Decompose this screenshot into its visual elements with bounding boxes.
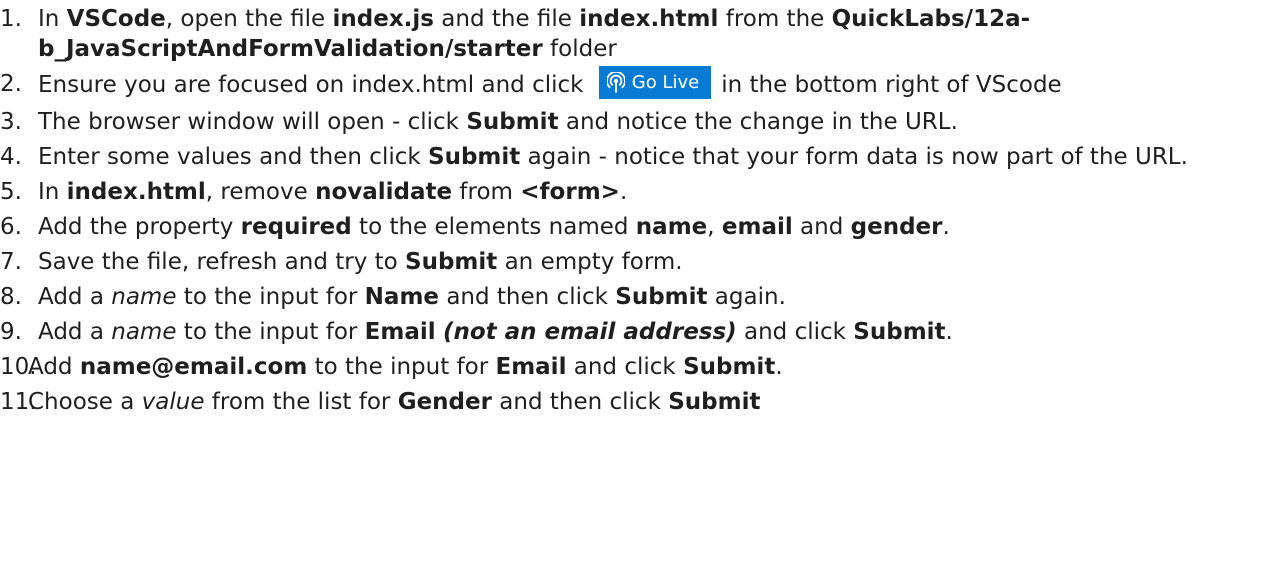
step-text: an empty form. xyxy=(497,249,683,275)
step-text: . xyxy=(942,214,950,240)
step-text: Ensure you are focused on index.html and… xyxy=(38,72,591,98)
step-text: and then click xyxy=(439,284,616,310)
step-text: Add the property xyxy=(38,214,241,240)
step-text: to the input for xyxy=(307,354,496,380)
step-emphasis: Submit xyxy=(683,354,776,380)
broadcast-icon xyxy=(606,71,625,93)
step-emphasis: Submit xyxy=(428,144,521,170)
step-number: 3. xyxy=(0,109,22,135)
step-text: Add a xyxy=(38,284,112,310)
step-text: and notice the change in the URL. xyxy=(558,109,958,135)
step-number: 6. xyxy=(0,214,22,240)
step-emphasis: Gender xyxy=(397,389,492,415)
step-text: , open the file xyxy=(165,6,333,32)
step-3: 3. The browser window will open - click S… xyxy=(0,107,1261,137)
step-text xyxy=(436,319,443,345)
step-text: to the input for xyxy=(176,319,365,345)
step-9: 9. Add a name to the input for Email (not… xyxy=(0,317,1261,347)
step-emphasis: index.html xyxy=(579,6,719,32)
step-number: 5. xyxy=(0,179,22,205)
step-emphasis: index.html xyxy=(66,179,206,205)
go-live-label: Go Live xyxy=(631,71,700,93)
step-emphasis: VSCode xyxy=(66,6,166,32)
step-number: 7. xyxy=(0,249,22,275)
step-8: 8. Add a name to the input for Name and t… xyxy=(0,282,1261,312)
step-emphasis: email xyxy=(721,214,793,240)
step-emphasis: Submit xyxy=(853,319,946,345)
step-7: 7. Save the file, refresh and try to Subm… xyxy=(0,247,1261,277)
step-emphasis: name xyxy=(111,319,177,345)
step-text: , remove xyxy=(205,179,316,205)
step-emphasis: name xyxy=(111,284,177,310)
step-emphasis: (not an email address) xyxy=(442,319,737,345)
step-emphasis: index.js xyxy=(332,6,434,32)
step-emphasis: Submit xyxy=(466,109,559,135)
step-text: Enter some values and then click xyxy=(38,144,429,170)
step-number: 4. xyxy=(0,144,22,170)
step-text: again. xyxy=(707,284,786,310)
step-text: In xyxy=(38,179,67,205)
go-live-button[interactable]: Go Live xyxy=(598,66,712,99)
step-number: 8. xyxy=(0,284,22,310)
step-text: and then click xyxy=(491,389,669,415)
step-text: . xyxy=(619,179,628,205)
step-text: and xyxy=(792,214,851,240)
step-emphasis: required xyxy=(240,214,352,240)
step-text: Add a xyxy=(38,319,112,345)
step-text: from the list for xyxy=(204,389,398,415)
step-text: Choose a xyxy=(28,389,142,415)
step-emphasis: Submit xyxy=(615,284,708,310)
step-text: and the file xyxy=(433,6,580,32)
step-number: 11. xyxy=(0,389,37,415)
steps-list: 1. In VSCode, open the file index.js and … xyxy=(0,4,1261,417)
step-11: 11. Choose a value from the list for Gend… xyxy=(0,387,1261,417)
step-number: 10. xyxy=(0,354,37,380)
step-text: from xyxy=(452,179,521,205)
step-text: , xyxy=(707,214,722,240)
step-1: 1. In VSCode, open the file index.js and … xyxy=(0,4,1253,64)
step-emphasis: Email xyxy=(495,354,567,380)
step-emphasis: name xyxy=(635,214,708,240)
step-emphasis: <form> xyxy=(520,179,620,205)
instructions-page: 1. In VSCode, open the file index.js and … xyxy=(0,0,1261,571)
step-emphasis: value xyxy=(141,389,205,415)
step-emphasis: Name xyxy=(364,284,440,310)
step-emphasis: gender xyxy=(850,214,943,240)
step-5: 5. In index.html, remove novalidate from … xyxy=(0,177,1261,207)
step-number: 9. xyxy=(0,319,22,345)
step-text: and click xyxy=(736,319,854,345)
step-text: . xyxy=(775,354,783,380)
step-text: Save the file, refresh and try to xyxy=(38,249,406,275)
step-text: folder xyxy=(542,36,617,62)
step-number: 2. xyxy=(0,71,22,97)
step-text: The browser window will open - click xyxy=(38,109,467,135)
step-emphasis: novalidate xyxy=(315,179,453,205)
step-text: In xyxy=(38,6,67,32)
step-6: 6. Add the property required to the eleme… xyxy=(0,212,1261,242)
step-10: 10. Add name@email.com to the input for E… xyxy=(0,352,1261,382)
step-text: in the bottom right of VScode xyxy=(721,72,1062,98)
step-text: from the xyxy=(718,6,832,32)
step-emphasis: Email xyxy=(364,319,436,345)
step-text: . xyxy=(945,319,953,345)
step-4: 4. Enter some values and then click Submi… xyxy=(0,142,1253,172)
step-text: and click xyxy=(566,354,684,380)
step-emphasis: name@email.com xyxy=(79,354,308,380)
step-emphasis: Submit xyxy=(405,249,498,275)
step-number: 1. xyxy=(0,6,22,32)
step-text: to the input for xyxy=(176,284,365,310)
step-2: 2. Ensure you are focused on index.html a… xyxy=(0,66,1253,102)
step-text: to the elements named xyxy=(351,214,636,240)
step-emphasis: Submit xyxy=(668,389,761,415)
step-text: again - notice that your form data is no… xyxy=(520,144,1188,170)
